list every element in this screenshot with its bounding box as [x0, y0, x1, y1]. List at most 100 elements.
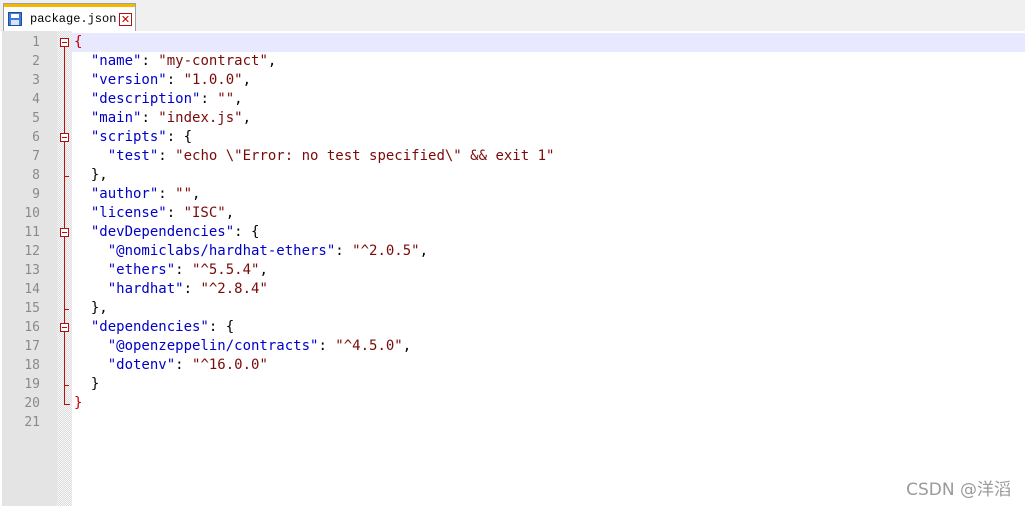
fold-collapse-icon[interactable]	[60, 38, 69, 47]
code-line[interactable]: },	[74, 166, 108, 185]
code-token: },	[74, 300, 108, 316]
code-line[interactable]: "dependencies": {	[74, 318, 234, 337]
line-number: 14	[24, 282, 40, 297]
code-token: }	[74, 376, 100, 392]
code-token: ,	[259, 262, 268, 278]
code-editor[interactable]: 1 {2 "name": "my-contract", 3 "version": "…	[0, 31, 1025, 506]
code-token: "hardhat"	[107, 281, 184, 297]
code-token: ,	[192, 186, 201, 202]
code-token: "index.js"	[158, 110, 243, 126]
code-token: "@nomiclabs/hardhat-ethers"	[107, 243, 336, 259]
code-line[interactable]: "devDependencies": {	[74, 223, 260, 242]
line-number: 3	[32, 73, 40, 88]
line-number: 16	[24, 320, 40, 335]
code-token: "name"	[90, 53, 142, 69]
tab-title: package.json	[30, 12, 117, 26]
code-line[interactable]: "scripts": {	[74, 128, 192, 147]
line-number: 1	[32, 35, 40, 50]
code-token: "1.0.0"	[183, 72, 243, 88]
code-token: :	[141, 110, 159, 126]
line-number: 7	[32, 149, 40, 164]
fold-collapse-icon[interactable]	[60, 133, 69, 142]
tab-bar: package.json ✕	[0, 0, 1025, 32]
line-number: 11	[24, 225, 40, 240]
code-line[interactable]: "test": "echo \"Error: no test specified…	[74, 147, 555, 166]
code-token: "dotenv"	[107, 357, 176, 373]
code-token: "author"	[90, 186, 159, 202]
line-number: 8	[32, 168, 40, 183]
fold-block-end-marker	[64, 175, 69, 177]
code-token: : {	[208, 319, 235, 335]
fold-guide-line	[64, 42, 65, 404]
code-token: :	[166, 205, 184, 221]
line-number: 12	[24, 244, 40, 259]
code-token: "description"	[90, 91, 201, 107]
code-token: ,	[242, 110, 252, 126]
code-token: "echo \"Error: no test specified\" && ex…	[175, 148, 555, 164]
code-token: :	[175, 357, 193, 373]
code-line[interactable]: "name": "my-contract",	[74, 52, 276, 71]
fold-collapse-icon[interactable]	[60, 323, 69, 332]
code-token: ,	[225, 205, 235, 221]
code-token: "ethers"	[107, 262, 176, 278]
code-token: :	[175, 262, 193, 278]
line-number: 17	[24, 339, 40, 354]
code-line[interactable]: "ethers": "^5.5.4",	[74, 261, 268, 280]
code-token: "license"	[90, 205, 167, 221]
code-token: : {	[166, 129, 193, 145]
code-line[interactable]: "main": "index.js",	[74, 109, 251, 128]
code-token: }	[74, 395, 83, 411]
code-token: ,	[419, 243, 429, 259]
code-token: ,	[402, 338, 412, 354]
code-token: "^4.5.0"	[335, 338, 403, 354]
tab-package-json[interactable]: package.json ✕	[3, 3, 136, 31]
code-line[interactable]: }	[74, 375, 99, 394]
code-line[interactable]: {	[74, 33, 82, 52]
fold-block-end-marker	[64, 384, 69, 386]
code-line[interactable]: "author": "",	[74, 185, 201, 204]
close-icon[interactable]: ✕	[119, 13, 132, 26]
active-tab-indicator	[4, 4, 135, 7]
code-token: ,	[242, 72, 252, 88]
fold-block-end-marker	[64, 308, 69, 310]
code-line[interactable]: "description": "",	[74, 90, 243, 109]
code-line[interactable]: "@openzeppelin/contracts": "^4.5.0",	[74, 337, 411, 356]
line-number: 5	[32, 111, 40, 126]
line-number: 13	[24, 263, 40, 278]
code-line[interactable]: "license": "ISC",	[74, 204, 234, 223]
code-token: :	[166, 72, 184, 88]
code-token: ,	[267, 53, 277, 69]
line-number: 2	[32, 54, 40, 69]
code-line[interactable]: "hardhat": "^2.8.4"	[74, 280, 268, 299]
code-line[interactable]: "version": "1.0.0",	[74, 71, 251, 90]
code-line[interactable]: "dotenv": "^16.0.0"	[74, 356, 268, 375]
code-line[interactable]: "@nomiclabs/hardhat-ethers": "^2.0.5",	[74, 242, 428, 261]
line-number: 9	[32, 187, 40, 202]
code-token: "test"	[107, 148, 159, 164]
code-token: :	[158, 186, 176, 202]
code-token: ""	[217, 91, 235, 107]
code-line[interactable]: },	[74, 299, 108, 318]
code-line[interactable]: }	[74, 394, 82, 413]
code-token: "^2.0.5"	[352, 243, 420, 259]
fold-collapse-icon[interactable]	[60, 228, 69, 237]
code-token: :	[141, 53, 159, 69]
code-token: "scripts"	[90, 129, 167, 145]
watermark: CSDN @洋滔	[906, 480, 1011, 500]
code-token: :	[200, 91, 218, 107]
code-token: "ISC"	[183, 205, 226, 221]
line-number: 20	[24, 396, 40, 411]
code-token: "main"	[90, 110, 142, 126]
code-token: },	[74, 167, 108, 183]
